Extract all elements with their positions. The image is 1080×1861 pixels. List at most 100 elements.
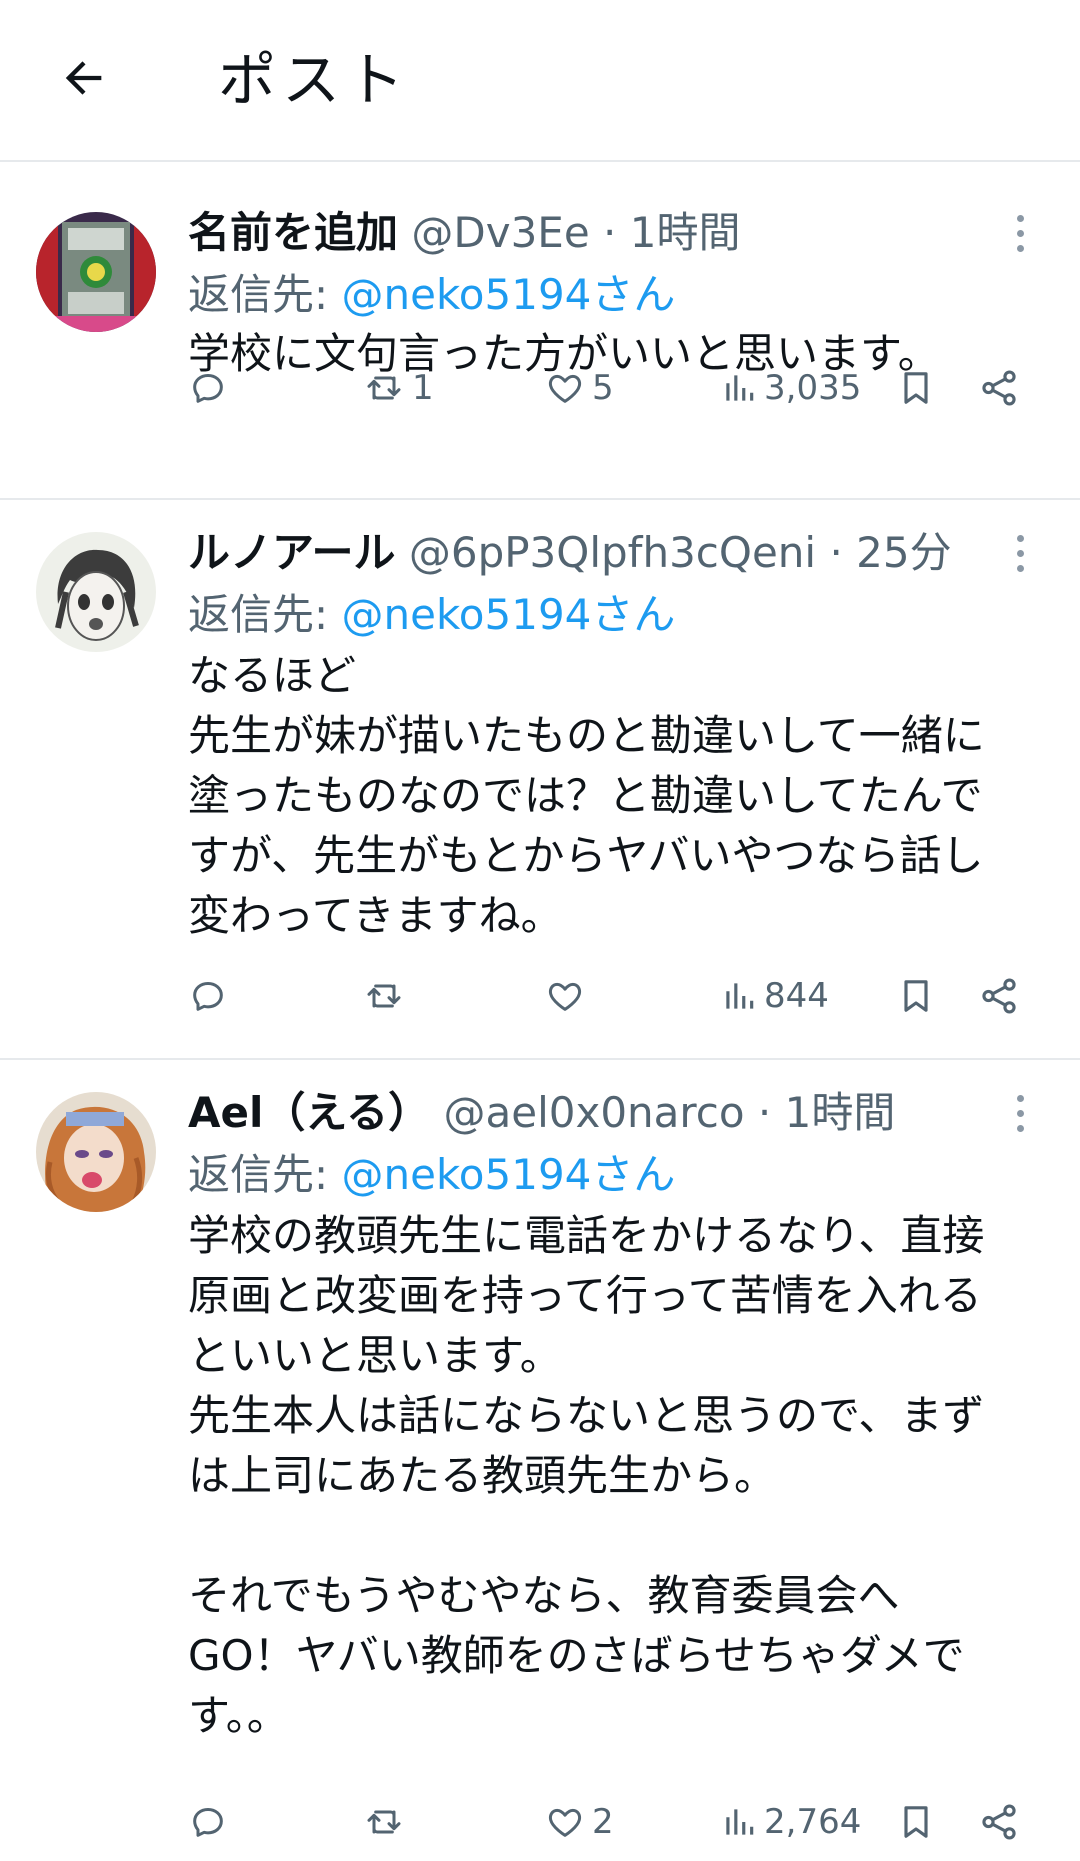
post-header: Ael（える） @ael0x0narco · 1時間: [188, 1086, 895, 1140]
repost-count: 1: [412, 368, 434, 408]
more-options-button[interactable]: [1000, 526, 1040, 580]
share-button[interactable]: [978, 966, 1020, 1026]
display-name[interactable]: 名前を追加: [188, 208, 398, 257]
user-handle[interactable]: @Dv3Ee: [411, 208, 589, 257]
action-bar: 1 5 3,035: [0, 358, 1080, 418]
repost-icon: [367, 984, 401, 1008]
heart-icon: [548, 374, 582, 403]
reply-button[interactable]: [188, 358, 228, 418]
repost-icon: [367, 1810, 401, 1834]
reply-mention-link[interactable]: @neko5194さん: [342, 590, 676, 639]
text-line: す。。: [188, 1691, 289, 1740]
more-dots-icon: [1016, 1094, 1024, 1102]
bookmark-button[interactable]: [896, 358, 936, 418]
views-button[interactable]: 2,764: [720, 1792, 861, 1852]
text-line: といいと思います。: [188, 1331, 562, 1380]
separator: ·: [829, 528, 843, 577]
reply-icon: [193, 374, 223, 403]
post-header: ルノアール @6pP3Qlpfh3cQeni · 25分: [188, 526, 952, 580]
arrow-left-icon: [65, 61, 102, 95]
analytics-icon: [726, 983, 754, 1009]
timestamp[interactable]: 1時間: [785, 1088, 896, 1137]
bookmark-icon: [904, 1806, 928, 1838]
reply-context: 返信先: @neko5194さん: [188, 588, 675, 642]
text-line: すが、先生がもとからヤバいやつなら話し: [188, 831, 984, 880]
bookmark-button[interactable]: [896, 966, 936, 1026]
analytics-icon: [726, 375, 754, 401]
text-line: 原画と改変画を持って行って苦情を入れる: [188, 1271, 982, 1320]
avatar[interactable]: [36, 1092, 156, 1212]
reply-button[interactable]: [188, 966, 228, 1026]
display-name[interactable]: Ael（える）: [188, 1088, 430, 1137]
more-options-button[interactable]: [1000, 1086, 1040, 1140]
text-line: 学校の教頭先生に電話をかけるなり、直接: [188, 1211, 985, 1260]
timestamp[interactable]: 25分: [856, 528, 951, 577]
views-button[interactable]: 3,035: [720, 358, 861, 418]
post[interactable]: Ael（える） @ael0x0narco · 1時間 返信先: @neko519…: [0, 1060, 1080, 1861]
share-button[interactable]: [978, 1792, 1020, 1852]
back-button[interactable]: [52, 46, 116, 110]
like-button[interactable]: 2: [544, 1792, 614, 1852]
display-name[interactable]: ルノアール: [188, 528, 395, 577]
reply-button[interactable]: [188, 1792, 228, 1852]
action-bar: 2 2,764: [0, 1792, 1080, 1852]
separator: ·: [603, 208, 617, 257]
reply-context: 返信先: @neko5194さん: [188, 268, 675, 322]
reply-prefix: 返信先:: [188, 270, 329, 319]
view-count: 2,764: [764, 1802, 862, 1842]
repost-icon: [367, 376, 401, 400]
share-button[interactable]: [978, 358, 1020, 418]
user-handle[interactable]: @ael0x0narco: [444, 1088, 745, 1137]
view-count: 3,035: [764, 368, 862, 408]
reply-mention-link[interactable]: @neko5194さん: [342, 270, 676, 319]
timestamp[interactable]: 1時間: [630, 208, 741, 257]
view-count: 844: [764, 976, 829, 1016]
post[interactable]: 名前を追加 @Dv3Ee · 1時間 返信先: @neko5194さん 学校に文…: [0, 162, 1080, 498]
user-handle[interactable]: @6pP3Qlpfh3cQeni: [409, 528, 816, 577]
reply-context: 返信先: @neko5194さん: [188, 1148, 675, 1202]
repost-button[interactable]: 1: [362, 358, 434, 418]
post[interactable]: ルノアール @6pP3Qlpfh3cQeni · 25分 返信先: @neko5…: [0, 500, 1080, 1058]
text-line: 先生が妹が描いたものと勘違いして一緒に: [188, 711, 985, 760]
more-dots-icon: [1016, 534, 1024, 542]
top-bar: ポスト: [0, 0, 1080, 162]
separator: ·: [757, 1088, 772, 1137]
page-title: ポスト: [218, 46, 411, 114]
text-line: 先生本人は話にならないと思うので、まず: [188, 1391, 985, 1440]
text-line: GO！ヤバい教師をのさばらせちゃダメで: [188, 1631, 965, 1680]
post-header: 名前を追加 @Dv3Ee · 1時間: [188, 206, 740, 260]
text-line: なるほど: [188, 651, 357, 700]
text-line: 変わってきますね。: [188, 891, 563, 940]
analytics-icon: [726, 1809, 754, 1835]
heart-icon: [548, 1808, 582, 1837]
reply-prefix: 返信先:: [188, 1150, 329, 1199]
avatar[interactable]: [36, 212, 156, 332]
like-button[interactable]: 5: [544, 358, 614, 418]
reply-icon: [193, 982, 223, 1011]
post-text: 学校の教頭先生に電話をかけるなり、直接 原画と改変画を持って行って苦情を入れる …: [188, 1206, 1048, 1746]
post-text: なるほど 先生が妹が描いたものと勘違いして一緒に 塗ったものなのでは？と勘違いし…: [188, 646, 1048, 946]
more-options-button[interactable]: [1000, 206, 1040, 260]
repost-button[interactable]: [362, 966, 412, 1026]
bookmark-button[interactable]: [896, 1792, 936, 1852]
share-icon: [982, 370, 1016, 406]
text-line: それでもうやむやなら、教育委員会へ: [188, 1571, 900, 1620]
text-line: は上司にあたる教頭先生から。: [188, 1451, 777, 1500]
like-count: 5: [592, 368, 614, 408]
more-dots-icon: [1016, 214, 1024, 222]
text-line: 塗ったものなのでは？と勘違いしてたんで: [188, 771, 983, 820]
avatar[interactable]: [36, 532, 156, 652]
like-count: 2: [592, 1802, 614, 1842]
repost-button[interactable]: [362, 1792, 412, 1852]
bookmark-icon: [904, 980, 928, 1012]
reply-prefix: 返信先:: [188, 590, 329, 639]
reply-icon: [193, 1808, 223, 1837]
reply-mention-link[interactable]: @neko5194さん: [342, 1150, 676, 1199]
share-icon: [982, 1804, 1016, 1840]
action-bar: 844: [0, 966, 1080, 1026]
heart-icon: [548, 982, 582, 1011]
like-button[interactable]: [544, 966, 592, 1026]
views-button[interactable]: 844: [720, 966, 829, 1026]
share-icon: [982, 978, 1016, 1014]
